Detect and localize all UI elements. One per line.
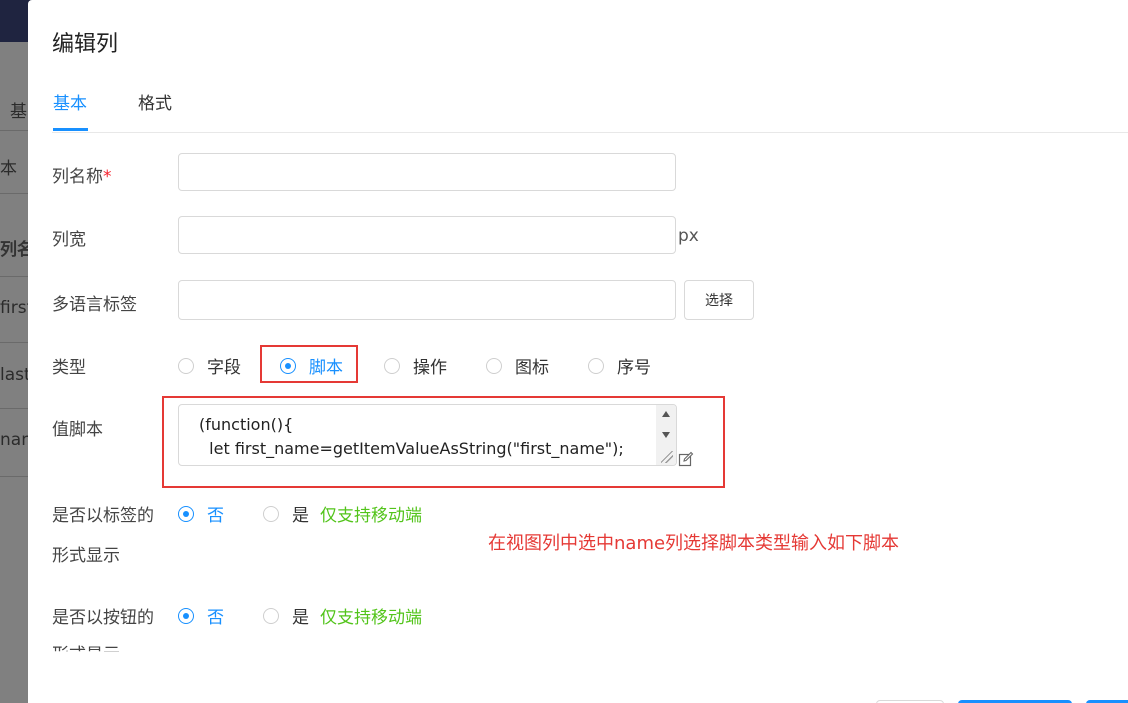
radio-label: 否	[207, 506, 224, 526]
show-as-button-radio-no[interactable]: 否	[178, 603, 224, 628]
column-width-input[interactable]	[178, 216, 676, 254]
value-script-label: 值脚本	[52, 420, 103, 440]
mobile-only-note: 仅支持移动端	[320, 608, 422, 628]
show-as-tag-radio-no[interactable]: 否	[178, 501, 224, 526]
instruction-annotation: 在视图列中选中name列选择脚本类型输入如下脚本	[488, 533, 900, 554]
show-as-button-label-line2: 形式显示	[52, 645, 120, 665]
radio-circle	[263, 505, 279, 522]
show-as-tag-label-line1: 是否以标签的	[52, 506, 154, 526]
radio-label: 字段	[207, 358, 241, 378]
radio-circle	[178, 357, 194, 374]
i18n-label-input[interactable]	[178, 280, 676, 320]
required-mark: *	[103, 167, 112, 187]
select-button[interactable]: 选择	[684, 280, 754, 320]
radio-circle	[384, 357, 400, 374]
edit-column-dialog: 编辑列 基本 格式 列名称* 列宽 px 多语言标签 选择 类型 字段 脚本 操…	[28, 0, 1128, 703]
dialog-title: 编辑列	[52, 32, 119, 57]
radio-circle	[588, 357, 604, 374]
i18n-label-label: 多语言标签	[52, 295, 137, 315]
column-name-label-text: 列名称	[52, 167, 103, 187]
column-name-input[interactable]	[178, 153, 676, 191]
tab-basic[interactable]: 基本	[53, 89, 87, 114]
radio-label: 否	[207, 608, 224, 628]
tab-bar: 基本 格式	[52, 88, 1128, 133]
column-name-label: 列名称*	[52, 162, 112, 187]
type-radio-action[interactable]: 操作	[384, 353, 447, 378]
script-box-highlight	[162, 396, 725, 488]
radio-circle-checked	[178, 607, 194, 624]
show-as-button-label-line1: 是否以按钮的	[52, 608, 154, 628]
type-radio-serial[interactable]: 序号	[588, 353, 651, 378]
tab-format[interactable]: 格式	[138, 89, 172, 114]
radio-label: 操作	[413, 358, 447, 378]
radio-label: 序号	[617, 358, 651, 378]
column-width-label: 列宽	[52, 230, 86, 250]
radio-circle	[486, 357, 502, 374]
mobile-only-note: 仅支持移动端	[320, 506, 422, 526]
radio-circle-checked	[178, 505, 194, 522]
radio-circle	[263, 607, 279, 624]
radio-label: 是	[292, 608, 309, 628]
column-width-unit: px	[678, 226, 699, 246]
show-as-tag-radio-yes[interactable]: 是	[263, 501, 309, 526]
type-label: 类型	[52, 358, 86, 378]
radio-label: 是	[292, 506, 309, 526]
type-radio-icon[interactable]: 图标	[486, 353, 549, 378]
type-radio-field[interactable]: 字段	[178, 353, 241, 378]
script-option-highlight	[260, 345, 358, 383]
radio-label: 图标	[515, 358, 549, 378]
active-tab-indicator	[53, 128, 88, 131]
show-as-button-radio-yes[interactable]: 是	[263, 603, 309, 628]
show-as-tag-label-line2: 形式显示	[52, 546, 120, 566]
